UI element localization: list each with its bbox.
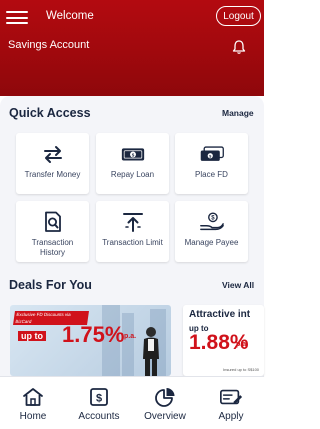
deal-card-interest[interactable]: Attractive int up to 1.88% p.a. Insured … [183, 305, 264, 376]
nav-overview[interactable]: Overview [132, 377, 198, 429]
cash-stack-icon: $ [199, 143, 225, 165]
nav-label: Apply [218, 411, 244, 422]
deal-fine-print: Insured up to S$100 [223, 367, 260, 372]
tile-place-fd[interactable]: $ Place FD [175, 133, 248, 194]
bottom-navigation: Home $ Accounts Overview Apply [0, 376, 264, 429]
deal-rate: 1.75% [62, 322, 125, 347]
svg-text:$: $ [96, 393, 102, 405]
nav-label: Accounts [78, 411, 120, 422]
deal-pa-label: p.a. [124, 333, 137, 340]
tile-manage-payee[interactable]: $ Manage Payee [175, 201, 248, 262]
tile-label: Place FD [195, 170, 228, 179]
deal-card-fd[interactable]: Exclusive FD Discounts via BizCard up to… [10, 305, 171, 376]
deals-title: Deals For You [9, 278, 92, 292]
tile-repay-loan[interactable]: $ Repay Loan [96, 133, 169, 194]
tile-transaction-history[interactable]: Transaction History [16, 201, 89, 262]
nav-label: Home [19, 411, 47, 422]
bell-icon[interactable] [231, 39, 247, 55]
view-all-link[interactable]: View All [222, 280, 254, 290]
welcome-text: Welcome [46, 10, 94, 22]
nav-label: Overview [144, 411, 186, 422]
tile-label: Transfer Money [24, 170, 81, 179]
nav-home[interactable]: Home [0, 377, 66, 429]
apply-card-icon [219, 387, 243, 407]
manage-link[interactable]: Manage [222, 108, 254, 118]
tile-transaction-limit[interactable]: Transaction Limit [96, 201, 169, 262]
home-icon [21, 387, 45, 407]
limit-arrow-icon [120, 211, 146, 233]
account-type-label[interactable]: Savings Account [8, 39, 89, 51]
deal-title: Attractive int [189, 309, 251, 320]
dollar-wallet-icon: $ [87, 387, 111, 407]
businesswoman-image [143, 327, 159, 376]
nav-apply[interactable]: Apply [198, 377, 264, 429]
nav-accounts[interactable]: $ Accounts [66, 377, 132, 429]
hand-money-icon: $ [199, 211, 225, 233]
document-search-icon [40, 211, 66, 233]
deal-pa-label: p.a. [236, 341, 249, 348]
tile-transfer-money[interactable]: Transfer Money [16, 133, 89, 194]
hamburger-menu-icon[interactable] [6, 11, 28, 24]
tile-label: Repay Loan [110, 170, 155, 179]
cash-note-icon: $ [120, 143, 146, 165]
tile-label: Transaction History [31, 238, 74, 257]
logout-button[interactable]: Logout [216, 6, 261, 26]
tile-label: Manage Payee [184, 238, 239, 247]
quick-access-title: Quick Access [9, 106, 91, 120]
pie-chart-icon [153, 387, 177, 407]
svg-text:$: $ [131, 152, 134, 157]
transfer-arrows-icon [40, 143, 66, 165]
deal-up-to-label: up to [18, 331, 46, 341]
tile-label: Transaction Limit [102, 238, 163, 247]
app-header: Welcome Logout Savings Account [0, 0, 264, 96]
